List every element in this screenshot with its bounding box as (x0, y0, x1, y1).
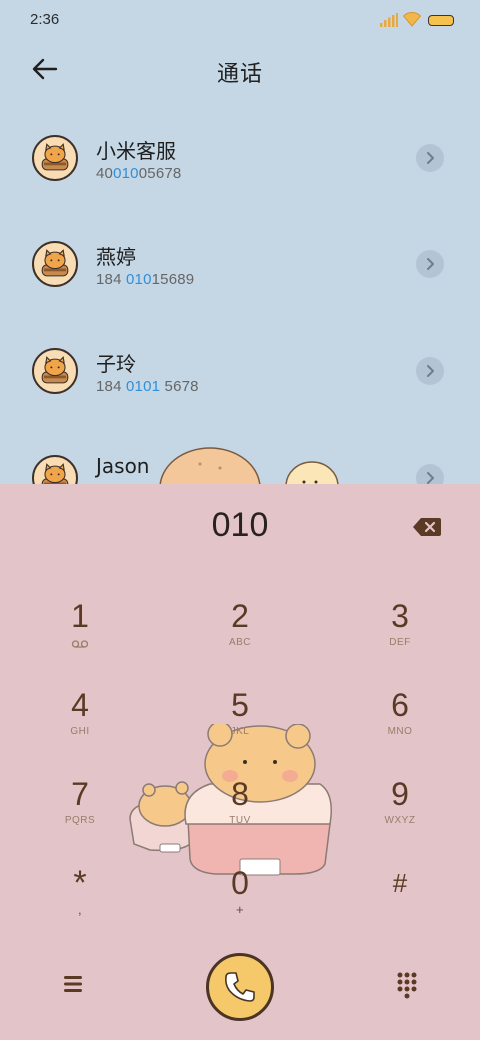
chevron-right-icon[interactable] (416, 464, 444, 484)
chevron-right-icon[interactable] (416, 144, 444, 172)
dialpad-icon[interactable] (392, 969, 422, 999)
wifi-icon (403, 12, 421, 27)
bear-illustration (159, 447, 261, 484)
contact-row[interactable]: 子玲 184 0101 5678 (0, 321, 480, 421)
battery-icon (428, 15, 454, 26)
contact-name: 燕婷 (96, 245, 136, 269)
contact-number: 184 01015689 (96, 271, 195, 288)
dial-key-1[interactable]: 1 (20, 598, 140, 678)
contact-name: Jason (96, 454, 150, 478)
menu-icon[interactable] (58, 969, 88, 999)
dial-key-4[interactable]: 4 GHI (20, 687, 140, 767)
phone-icon (225, 972, 255, 1002)
call-button[interactable] (206, 953, 274, 1021)
signal-icon (380, 13, 398, 27)
contact-avatar (32, 241, 78, 287)
dialpad-panel: 010 1 2 ABC 3 DEF 4 GHI 5 JKL 6 MNO 7 PQ… (0, 484, 480, 1040)
dial-key-7[interactable]: 7 PQRS (20, 776, 140, 856)
contact-name: 子玲 (96, 352, 136, 376)
dial-key-5[interactable]: 5 JKL (180, 687, 300, 767)
dial-key-2[interactable]: 2 ABC (180, 598, 300, 678)
contact-name: 小米客服 (96, 139, 176, 163)
backspace-icon[interactable] (412, 516, 442, 538)
voicemail-icon (71, 640, 89, 648)
bear-illustration (285, 461, 339, 484)
status-bar: 2:36 (0, 0, 480, 40)
dial-key-hash[interactable]: # (340, 865, 460, 945)
chevron-right-icon[interactable] (416, 250, 444, 278)
dial-key-3[interactable]: 3 DEF (340, 598, 460, 678)
dial-key-0[interactable]: 0 + (180, 865, 300, 945)
contact-results-panel: 2:36 通话 小米客服 4001005678 燕婷 184 01015689 … (0, 0, 480, 484)
dialed-number-display[interactable]: 010 (0, 506, 480, 545)
contact-avatar (32, 135, 78, 181)
contact-avatar (32, 348, 78, 394)
contact-number: 4001005678 (96, 165, 182, 182)
contact-row[interactable]: 燕婷 184 01015689 (0, 214, 480, 314)
dial-key-8[interactable]: 8 TUV (180, 776, 300, 856)
contact-row[interactable]: 小米客服 4001005678 (0, 108, 480, 208)
contact-avatar (32, 455, 78, 484)
dial-key-9[interactable]: 9 WXYZ (340, 776, 460, 856)
contact-number: 184 0101 5678 (96, 378, 199, 395)
chevron-right-icon[interactable] (416, 357, 444, 385)
status-time: 2:36 (30, 11, 60, 28)
dial-key-6[interactable]: 6 MNO (340, 687, 460, 767)
page-title: 通话 (216, 62, 263, 87)
dial-key-star[interactable]: * , (20, 865, 140, 945)
